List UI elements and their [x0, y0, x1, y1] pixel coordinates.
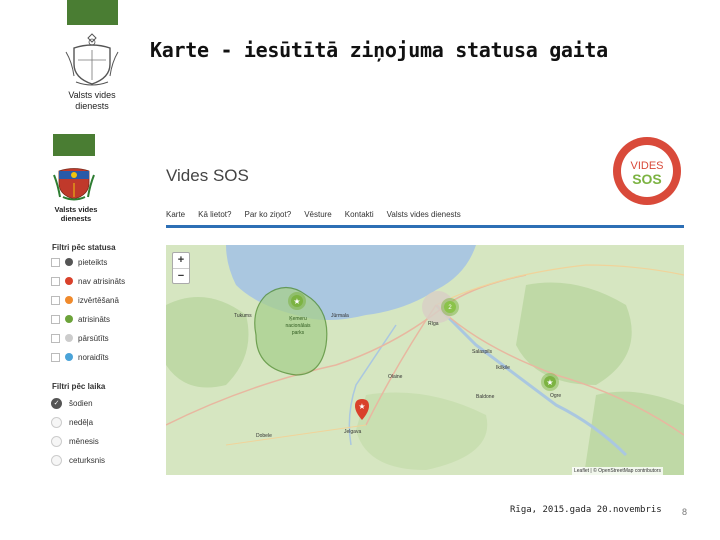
status-dot-icon — [65, 334, 73, 342]
nav-underline — [166, 225, 684, 228]
radio-button[interactable] — [51, 416, 62, 428]
sidebar-org-line1: Valsts vides — [54, 205, 98, 214]
status-filter-title: Filtri pēc statusa — [52, 243, 116, 252]
status-label: noraidīts — [78, 352, 109, 362]
nav-item-valsts-vides-dienests[interactable]: Valsts vides dienests — [387, 210, 461, 224]
org-name-line1: Valsts vides — [68, 90, 116, 100]
zoom-in-button[interactable]: + — [173, 253, 189, 269]
time-filter-title: Filtri pēc laika — [52, 382, 106, 391]
resolved-marker-icon[interactable]: ★ — [541, 373, 559, 391]
status-label: pārsūtīts — [78, 333, 109, 343]
place-label-jelgava: Jelgava — [344, 429, 361, 435]
zoom-out-button[interactable]: − — [173, 269, 189, 284]
checkbox[interactable] — [51, 295, 60, 305]
org-name-line2: dienests — [75, 101, 109, 111]
sidebar-org-line2: dienests — [60, 214, 92, 223]
place-label-olaine: Olaine — [388, 374, 403, 380]
cluster-marker-icon[interactable]: 2 — [441, 298, 459, 316]
status-label: pieteikts — [78, 257, 108, 267]
page-number: 8 — [682, 507, 688, 517]
checkbox[interactable] — [51, 333, 60, 343]
sidebar-accent-bar — [53, 134, 95, 156]
park-label-line3: parks — [292, 330, 305, 336]
time-filter-ceturksnis[interactable]: ceturksnis — [51, 453, 105, 467]
checkbox[interactable] — [51, 257, 60, 267]
logo-text-bottom: SOS — [632, 171, 662, 187]
status-filter-nav-atrisinats[interactable]: nav atrisināts — [51, 274, 125, 288]
svg-text:★: ★ — [358, 402, 365, 411]
radio-button[interactable] — [51, 435, 62, 447]
time-label: mēnesis — [69, 436, 99, 446]
time-label: šodien — [69, 398, 93, 408]
status-dot-icon — [65, 258, 73, 266]
sidebar-org-name: Valsts vides dienests — [48, 205, 104, 223]
top-accent-bar — [67, 0, 118, 25]
time-label: ceturksnis — [69, 455, 106, 465]
status-dot-icon — [65, 353, 73, 361]
nav-item-kontakti[interactable]: Kontakti — [345, 210, 374, 224]
slide-title: Karte - iesūtītā ziņojuma statusa gaita — [150, 38, 608, 62]
park-label-line2: nacionālais — [285, 323, 311, 329]
status-filter-izvertesana[interactable]: izvērtēšanā — [51, 293, 119, 307]
place-label-tukums: Tukums — [234, 313, 252, 319]
resolved-marker-icon[interactable]: ★ — [288, 292, 306, 310]
place-label-baldone: Baldone — [476, 394, 495, 400]
place-label-jurmala: Jūrmala — [331, 313, 349, 319]
footer-date: Rīga, 2015.gada 20.novembris — [510, 505, 662, 515]
status-filter-atrisinats[interactable]: atrisināts — [51, 312, 110, 326]
status-filter-parsutits[interactable]: pārsūtīts — [51, 331, 109, 345]
org-name: Valsts vides dienests — [58, 90, 126, 112]
place-label-riga: Rīga — [428, 321, 439, 327]
status-label: izvērtēšanā — [78, 295, 119, 305]
time-filter-sodien[interactable]: ✓ šodien — [51, 396, 93, 410]
zoom-control: + − — [172, 252, 190, 284]
nav-item-karte[interactable]: Karte — [166, 210, 185, 224]
nav-item-vesture[interactable]: Vēsture — [304, 210, 332, 224]
status-label: atrisināts — [78, 314, 111, 324]
park-label-line1: Ķemeru — [289, 316, 307, 322]
app-title: Vides SOS — [166, 166, 249, 185]
map-view[interactable]: Jūrmala Rīga Ogre Jelgava Salaspils Olai… — [166, 245, 684, 475]
radio-button[interactable] — [51, 454, 62, 466]
time-filter-menesis[interactable]: mēnesis — [51, 434, 99, 448]
place-label-ogre: Ogre — [550, 393, 561, 399]
status-filter-noraidits[interactable]: noraidīts — [51, 350, 109, 364]
checkbox[interactable] — [51, 276, 60, 286]
nav-item-ka-lietot[interactable]: Kā lietot? — [198, 210, 231, 224]
main-nav: Karte Kā lietot? Par ko ziņot? Vēsture K… — [166, 210, 684, 224]
vides-sos-logo-icon: VIDES SOS — [611, 135, 683, 207]
status-dot-icon — [65, 296, 73, 304]
place-label-ikskile: Ikšķile — [496, 365, 510, 371]
place-label-dobele: Dobele — [256, 433, 272, 439]
radio-button-checked[interactable]: ✓ — [51, 397, 62, 409]
place-label-salaspils: Salaspils — [472, 349, 493, 355]
status-dot-icon — [65, 315, 73, 323]
map-attribution[interactable]: Leaflet | © OpenStreetMap contributors — [572, 467, 663, 475]
status-label: nav atrisināts — [78, 276, 126, 286]
colored-coat-of-arms-icon — [53, 163, 95, 203]
status-filter-pieteikts[interactable]: pieteikts — [51, 255, 107, 269]
checkbox[interactable] — [51, 314, 60, 324]
nav-item-par-ko-zinot[interactable]: Par ko ziņot? — [244, 210, 291, 224]
coat-of-arms-icon — [64, 30, 120, 88]
status-dot-icon — [65, 277, 73, 285]
time-label: nedēļa — [69, 417, 94, 427]
svg-text:★: ★ — [546, 378, 553, 387]
checkbox[interactable] — [51, 352, 60, 362]
time-filter-nedela[interactable]: nedēļa — [51, 415, 93, 429]
svg-text:★: ★ — [293, 297, 300, 306]
